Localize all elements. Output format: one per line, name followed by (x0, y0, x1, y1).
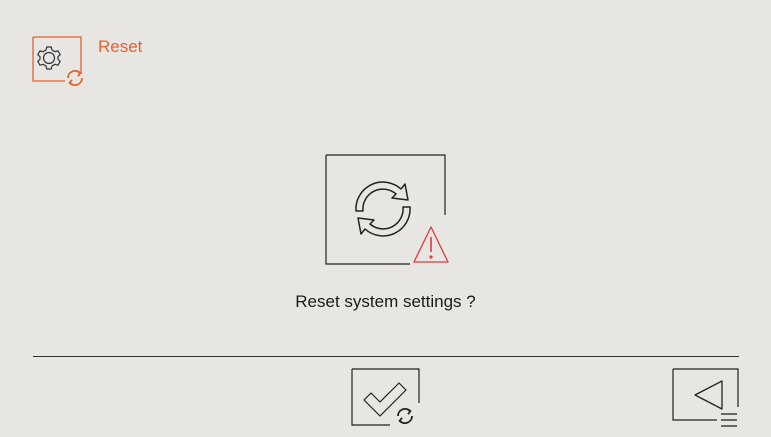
back-button[interactable] (671, 367, 743, 431)
dialog-message: Reset system settings ? (295, 292, 476, 311)
divider (33, 356, 739, 357)
back-menu-icon (672, 368, 739, 427)
settings-reset-icon (31, 36, 87, 88)
reset-warning-icon (322, 151, 452, 269)
page-title: Reset (98, 37, 143, 56)
confirm-reset-icon (351, 368, 420, 426)
confirm-reset-button[interactable] (350, 367, 422, 431)
